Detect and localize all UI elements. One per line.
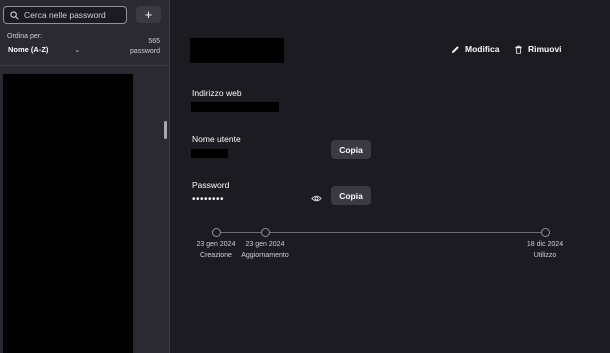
search-box[interactable] (3, 6, 127, 24)
timeline-node (261, 228, 270, 237)
timeline-date: 18 dic 2024 (526, 241, 564, 248)
timeline-event: Aggiornamento (241, 252, 289, 259)
eye-icon[interactable] (311, 193, 322, 204)
timeline-node (541, 228, 550, 237)
copy-password-button[interactable]: Copia (331, 186, 371, 205)
username-value-redacted[interactable] (191, 149, 228, 158)
website-label: Indirizzo web (192, 88, 242, 98)
copy-username-button[interactable]: Copia (331, 140, 371, 159)
chevron-down-icon: ⌄ (74, 46, 81, 54)
login-title-redacted (190, 38, 284, 63)
edit-label: Modifica (465, 44, 500, 54)
website-value-redacted[interactable] (191, 102, 279, 112)
password-value[interactable]: •••••••• (192, 194, 224, 205)
timeline-node (212, 228, 221, 237)
count-number: 565 (148, 38, 160, 45)
sort-select[interactable]: Nome (A-Z) ⌄ (8, 45, 80, 54)
remove-button[interactable]: Rimuovi (514, 44, 562, 54)
pencil-icon (451, 45, 459, 53)
timeline-date: 23 gen 2024 (245, 241, 285, 248)
edit-button[interactable]: Modifica (451, 44, 499, 54)
timeline-event: Utilizzo (533, 252, 557, 259)
password-list-redacted[interactable] (3, 74, 133, 353)
remove-label: Rimuovi (528, 44, 562, 54)
search-input[interactable] (24, 10, 124, 20)
count-unit: password (130, 47, 160, 55)
scrollbar[interactable] (161, 66, 169, 353)
search-icon (10, 10, 19, 20)
password-count: 565 password (130, 37, 160, 56)
login-detail: Modifica Rimuovi Indirizzo web Nome uten… (171, 0, 610, 353)
sort-label: Ordina per: (7, 33, 43, 40)
trash-icon (515, 45, 522, 54)
sidebar: + Ordina per: Nome (A-Z) ⌄ 565 password (0, 0, 170, 353)
divider (0, 65, 169, 66)
password-label: Password (192, 180, 230, 190)
username-label: Nome utente (192, 134, 241, 144)
sort-value: Nome (A-Z) (8, 45, 49, 54)
scrollbar-thumb[interactable] (164, 121, 167, 139)
add-password-button[interactable]: + (136, 6, 161, 23)
